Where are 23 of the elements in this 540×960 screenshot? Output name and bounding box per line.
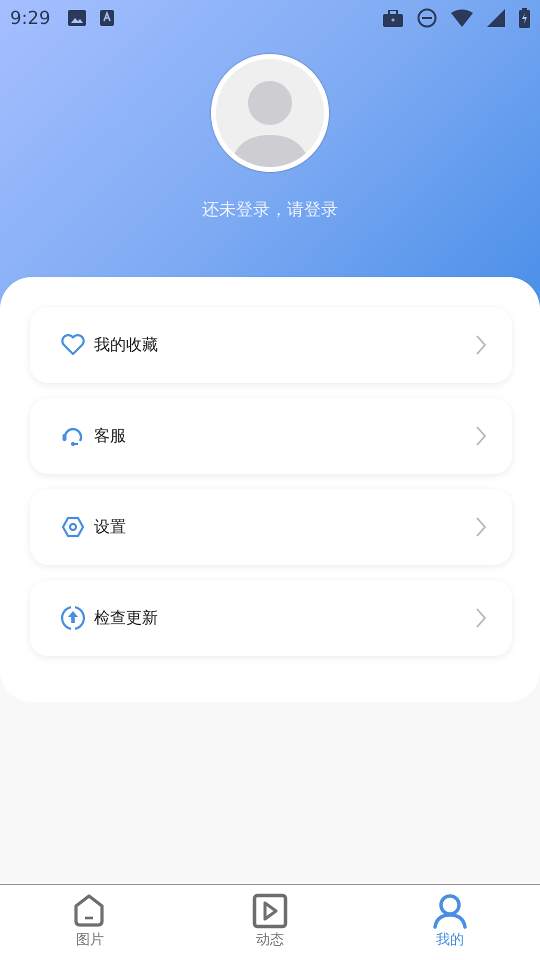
chevron-right-icon xyxy=(476,426,486,446)
signal-icon xyxy=(487,9,505,27)
menu-item[interactable]: 检查更新 xyxy=(30,580,512,656)
battery-icon xyxy=(519,8,530,28)
image-icon xyxy=(68,10,86,26)
hexagon-settings-icon xyxy=(60,514,86,540)
tab[interactable]: 动态 xyxy=(180,885,360,960)
wifi-icon xyxy=(451,9,473,27)
menu-item[interactable]: 客服 xyxy=(30,398,512,474)
chevron-right-icon xyxy=(476,608,486,628)
person-icon xyxy=(432,893,468,929)
briefcase-icon xyxy=(383,10,403,26)
tab[interactable]: 图片 xyxy=(0,885,180,960)
upload-circle-icon xyxy=(60,605,86,631)
do-not-disturb-icon xyxy=(417,8,437,28)
chevron-right-icon xyxy=(476,335,486,355)
play-square-icon xyxy=(252,893,288,929)
menu-item[interactable]: 我的收藏 xyxy=(30,307,512,383)
chevron-right-icon xyxy=(476,517,486,537)
menu-item[interactable]: 设置 xyxy=(30,489,512,565)
status-time: 9:29 xyxy=(10,8,50,28)
text-icon xyxy=(100,10,114,26)
heart-icon xyxy=(60,332,86,358)
